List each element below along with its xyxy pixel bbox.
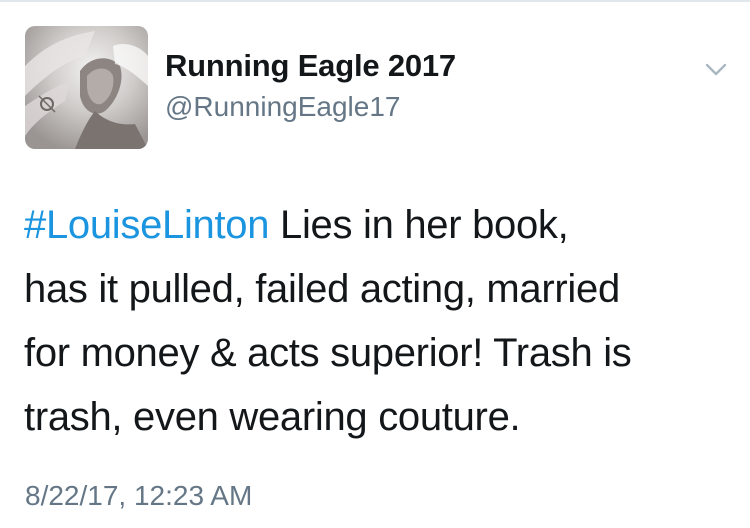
tweet-line-4: trash, even wearing couture. [24,395,521,439]
hashtag-link[interactable]: #LouiseLinton [24,203,270,247]
top-divider [0,0,750,2]
avatar-image [25,26,148,149]
tweet-line-3: for money & acts superior! Trash is [24,331,632,375]
display-name[interactable]: Running Eagle 2017 [165,48,456,84]
tweet-text: #LouiseLinton Lies in her book, has it p… [24,193,734,449]
chevron-down-icon [705,63,727,76]
tweet-menu-button[interactable] [703,58,729,80]
avatar[interactable] [25,26,148,149]
tweet-line-2: has it pulled, failed acting, married [24,267,620,311]
tweet-timestamp[interactable]: 8/22/17, 12:23 AM [25,480,252,512]
tweet-line-1-text: Lies in her book, [269,203,569,247]
tweet-line-1: #LouiseLinton Lies in her book, [24,193,734,257]
user-handle[interactable]: @RunningEagle17 [165,91,400,123]
